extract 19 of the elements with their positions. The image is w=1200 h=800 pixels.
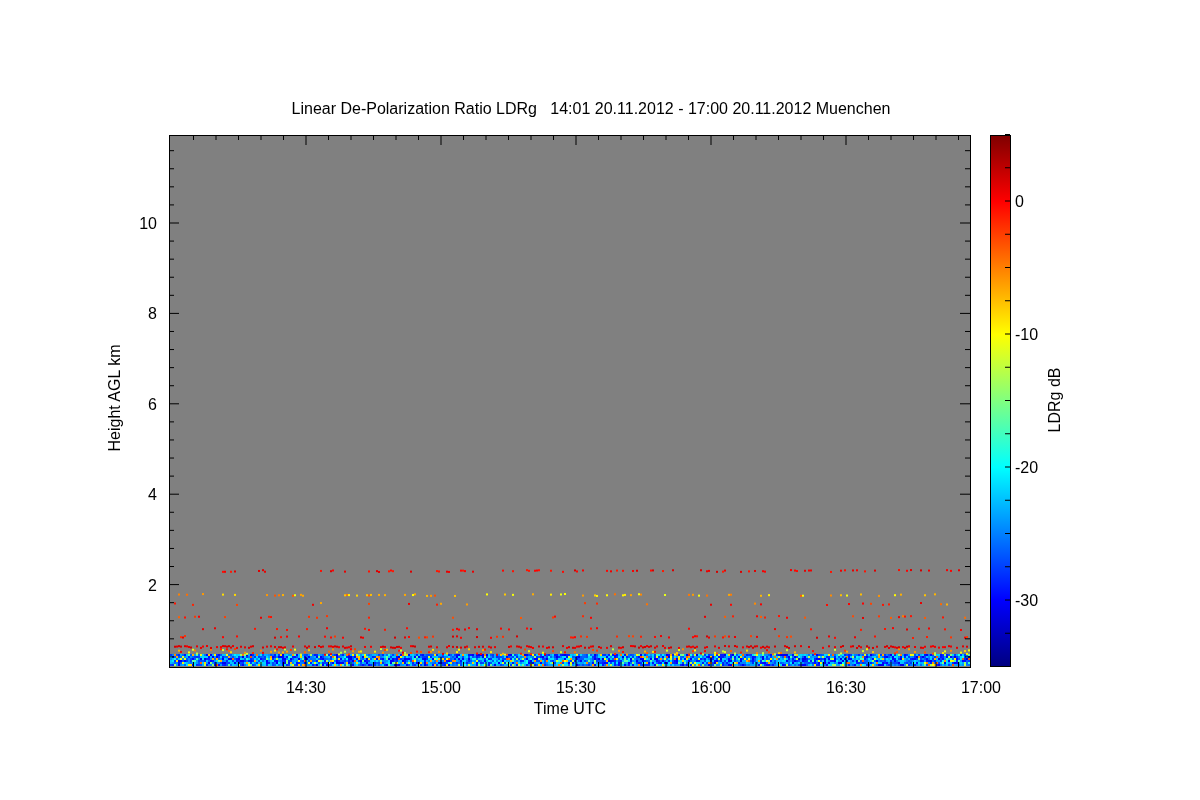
colorbar-label: LDRg dB xyxy=(1046,367,1063,433)
colorbar-tick-label: 0 xyxy=(1015,193,1024,210)
y-tick-label: 6 xyxy=(148,395,157,413)
y-tick-label: 4 xyxy=(148,486,157,504)
colorbar-tick-label: -10 xyxy=(1015,326,1039,343)
x-tick-label: 16:30 xyxy=(826,679,866,696)
x-tick-label: 17:00 xyxy=(961,679,1001,696)
y-tick-label: 2 xyxy=(148,576,157,594)
x-tick-label: 16:00 xyxy=(691,679,731,696)
x-tick-label: 15:00 xyxy=(421,679,461,696)
chart-title: Linear De-Polarization Ratio LDRg 14:01 20.11.2012 - 17:00 20.11.2012 Muenchen xyxy=(291,100,891,117)
x-tick-label: 14:30 xyxy=(286,679,326,696)
x-tick-label: 15:30 xyxy=(556,679,596,696)
x-axis-label: Time UTC xyxy=(533,700,607,717)
y-tick-label: 8 xyxy=(148,305,157,323)
y-axis-label: Height AGL km xyxy=(106,344,123,452)
colorbar-tick-label: -20 xyxy=(1015,459,1039,476)
colorbar-tick-label: -30 xyxy=(1015,592,1039,609)
y-tick-label: 10 xyxy=(139,215,157,232)
